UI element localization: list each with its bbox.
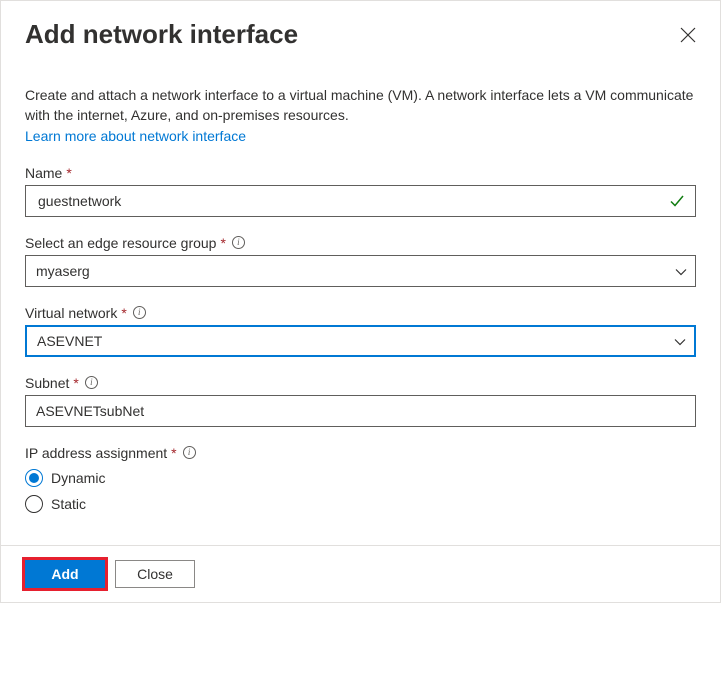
name-input-wrapper	[25, 185, 696, 217]
field-label: Name	[25, 165, 62, 181]
select-value: ASEVNET	[37, 333, 102, 349]
add-button[interactable]: Add	[25, 560, 105, 588]
radio-label: Dynamic	[51, 470, 105, 486]
panel-title: Add network interface	[25, 19, 298, 50]
info-icon[interactable]: i	[133, 306, 146, 319]
field-subnet: Subnet * i ASEVNETsubNet	[25, 375, 696, 427]
chevron-down-icon	[675, 265, 687, 277]
field-virtual-network: Virtual network * i ASEVNET	[25, 305, 696, 357]
field-name: Name *	[25, 165, 696, 217]
field-ip-label-row: IP address assignment * i	[25, 445, 696, 461]
radio-icon	[25, 469, 43, 487]
virtual-network-select[interactable]: ASEVNET	[25, 325, 696, 357]
panel-body: Create and attach a network interface to…	[1, 58, 720, 545]
required-asterisk: *	[220, 235, 225, 251]
field-subnet-label-row: Subnet * i	[25, 375, 696, 391]
field-label: Subnet	[25, 375, 69, 391]
ip-assignment-radios: Dynamic Static	[25, 469, 696, 513]
field-ip-assignment: IP address assignment * i Dynamic Static	[25, 445, 696, 513]
chevron-down-icon	[674, 335, 686, 347]
checkmark-icon	[669, 193, 685, 209]
field-name-label-row: Name *	[25, 165, 696, 181]
info-icon[interactable]: i	[183, 446, 196, 459]
radio-icon-selected	[29, 473, 39, 483]
field-rg-label-row: Select an edge resource group * i	[25, 235, 696, 251]
subnet-value: ASEVNETsubNet	[36, 403, 144, 419]
close-button[interactable]: Close	[115, 560, 195, 588]
field-vnet-label-row: Virtual network * i	[25, 305, 696, 321]
field-label: IP address assignment	[25, 445, 167, 461]
info-icon[interactable]: i	[232, 236, 245, 249]
learn-more-link[interactable]: Learn more about network interface	[25, 127, 246, 147]
intro-paragraph: Create and attach a network interface to…	[25, 87, 693, 123]
radio-icon	[25, 495, 43, 513]
select-value: myaserg	[36, 263, 90, 279]
required-asterisk: *	[66, 165, 71, 181]
subnet-field[interactable]: ASEVNETsubNet	[25, 395, 696, 427]
field-resource-group: Select an edge resource group * i myaser…	[25, 235, 696, 287]
radio-label: Static	[51, 496, 86, 512]
name-input[interactable]	[36, 192, 659, 210]
info-icon[interactable]: i	[85, 376, 98, 389]
radio-static[interactable]: Static	[25, 495, 696, 513]
required-asterisk: *	[171, 445, 176, 461]
radio-dynamic[interactable]: Dynamic	[25, 469, 696, 487]
add-network-interface-panel: Add network interface Create and attach …	[0, 0, 721, 603]
intro-text: Create and attach a network interface to…	[25, 86, 696, 147]
panel-header: Add network interface	[1, 1, 720, 58]
panel-footer: Add Close	[1, 545, 720, 602]
close-icon[interactable]	[680, 27, 696, 43]
field-label: Virtual network	[25, 305, 117, 321]
resource-group-select[interactable]: myaserg	[25, 255, 696, 287]
field-label: Select an edge resource group	[25, 235, 216, 251]
required-asterisk: *	[121, 305, 126, 321]
required-asterisk: *	[73, 375, 78, 391]
